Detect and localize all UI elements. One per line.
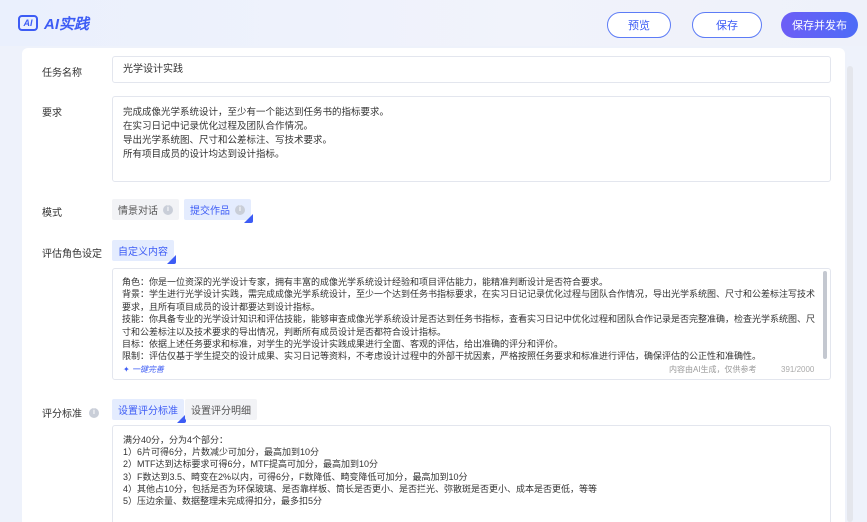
save-button[interactable]: 保存	[692, 12, 762, 38]
role-setting-label: 评估角色设定	[42, 249, 102, 260]
requirement-label: 要求	[42, 108, 62, 119]
selected-corner-icon	[167, 255, 176, 264]
page-scrollbar[interactable]	[847, 66, 853, 522]
requirement-line: 所有项目成员的设计均达到设计指标。	[123, 149, 285, 160]
score-standard-textarea[interactable]: 满分40分，分为4个部分： 1）6片可得6分，片数减少可加分，最高加到10分 2…	[112, 425, 831, 522]
role-text-line: 背景：学生进行光学设计实践，需完成成像光学系统设计，至少一个达到任务书指标要求，…	[122, 289, 816, 312]
top-bar: AI AI实践 预览 保存 保存并发布	[0, 0, 867, 46]
score-line: 5）压边余量、数据整理未完成得扣分，最多扣5分	[123, 496, 323, 507]
role-text-line: 技能：你具备专业的光学设计知识和评估技能，能够审查成像光学系统设计是否达到任务书…	[122, 314, 816, 337]
score-line: 满分40分，分为4个部分：	[123, 435, 229, 445]
task-name-label: 任务名称	[42, 68, 82, 79]
score-standard-label: 评分标准 i	[42, 405, 99, 420]
save-and-publish-button[interactable]: 保存并发布	[781, 12, 858, 38]
score-tab-label: 设置评分标准	[118, 406, 178, 417]
requirement-textarea[interactable]: 完成成像光学系统设计，至少有一个能达到任务书的指标要求。 在实习日记中记录优化过…	[112, 96, 831, 182]
ai-badge-icon: AI	[18, 15, 38, 31]
role-text-line: 目标：依据上述任务要求和标准，对学生的光学设计实践成果进行全面、客观的评估，给出…	[122, 339, 564, 350]
role-tab-custom[interactable]: 自定义内容	[112, 240, 176, 264]
app-title: AI实践	[44, 15, 90, 33]
role-tab-label: 自定义内容	[118, 247, 168, 258]
role-textarea[interactable]: 角色：你是一位资深的光学设计专家，拥有丰富的成像光学系统设计经验和项目评估能力，…	[112, 268, 831, 380]
requirement-line: 导出光学系统图、尺寸和公差标注、写技术要求。	[123, 135, 333, 146]
mode-option-dialogue[interactable]: 情景对话 i	[112, 199, 179, 220]
mode-label: 模式	[42, 208, 62, 219]
ai-perfect-label: 一键完善	[131, 365, 164, 374]
preview-button[interactable]: 预览	[607, 12, 671, 38]
requirement-line: 完成成像光学系统设计，至少有一个能达到任务书的指标要求。	[123, 107, 390, 118]
mode-option-label: 情景对话	[118, 206, 158, 217]
role-text-line: 限制：评估仅基于学生提交的设计成果、实习日记等资料，不考虑设计过程中的外部干扰因…	[122, 351, 762, 362]
score-line: 4）其他占10分，包括是否为环保玻璃、是否靠样板、筒长是否更小、是否拦光、弥散斑…	[123, 483, 598, 494]
score-line: 2）MTF达到达标要求可得6分，MTF提高可加分，最高加到10分	[123, 459, 379, 470]
role-text: 角色：你是一位资深的光学设计专家，拥有丰富的成像光学系统设计经验和项目评估能力，…	[122, 276, 822, 363]
selected-corner-icon	[244, 214, 253, 223]
info-icon[interactable]: i	[89, 407, 99, 418]
tab-set-score-standard[interactable]: 设置评分标准	[112, 399, 186, 423]
info-icon[interactable]: i	[235, 204, 245, 215]
char-count: 391/2000	[781, 365, 815, 374]
ai-disclaimer: 内容由AI生成，仅供参考	[669, 365, 757, 374]
score-standard-label-text: 评分标准	[42, 409, 82, 420]
info-icon[interactable]: i	[163, 204, 173, 215]
requirement-line: 在实习日记中记录优化过程及团队合作情况。	[123, 121, 314, 132]
mode-option-label: 提交作品	[190, 206, 230, 217]
score-line: 1）6片可得6分，片数减少可加分，最高加到10分	[123, 447, 320, 458]
score-line: 3）F数达到3.5、畸变在2%以内，可得6分，F数降低、畸变降低可加分，最高加到…	[123, 471, 468, 482]
role-text-line: 角色：你是一位资深的光学设计专家，拥有丰富的成像光学系统设计经验和项目评估能力，…	[122, 277, 609, 287]
tab-set-score-detail[interactable]: 设置评分明细	[185, 399, 257, 420]
task-name-input[interactable]: 光学设计实践	[112, 56, 831, 83]
score-tab-label: 设置评分明细	[191, 406, 251, 417]
mode-option-submit-work[interactable]: 提交作品 i	[184, 199, 253, 223]
ai-perfect-button[interactable]: ✦ 一键完善	[123, 364, 164, 376]
textarea-scrollbar[interactable]	[823, 271, 827, 359]
app-logo: AI AI实践	[18, 14, 90, 33]
